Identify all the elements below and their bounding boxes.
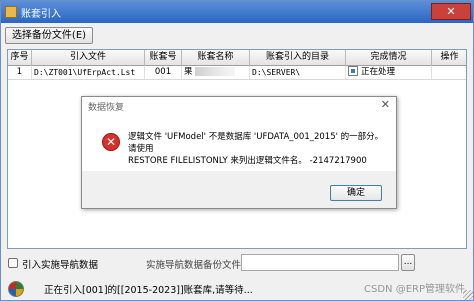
cell-target-dir: D:\SERVER\ — [250, 66, 346, 79]
dialog-title: 数据恢复 — [88, 103, 125, 113]
import-account-window: 账套引入 ✕ 选择备份文件(E) 序号 引入文件 账套号 账套名称 账套引入的目… — [0, 0, 474, 301]
col-header-action: 操作 — [432, 50, 466, 66]
import-nav-data-label[interactable]: 引入实施导航数据 — [22, 257, 98, 271]
dialog-body: ✕ 逻辑文件 'UFModel' 不是数据库 'UFDATA_001_2015'… — [82, 115, 396, 171]
col-header-account-no: 账套号 — [145, 50, 182, 66]
status-text: 正在处理 — [361, 67, 396, 77]
col-header-file: 引入文件 — [32, 50, 145, 66]
error-icon: ✕ — [102, 133, 120, 151]
cell-index: 1 — [8, 66, 32, 79]
status-message: 正在引入[001]的[[2015-2023]]账套库,请等待... — [44, 285, 253, 296]
title-bar[interactable]: 账套引入 ✕ — [1, 1, 473, 23]
nav-backup-path-label: 实施导航数据备份文件 — [146, 260, 242, 271]
app-icon — [5, 6, 17, 18]
window-title: 账套引入 — [21, 8, 61, 20]
data-restore-error-dialog: 数据恢复 ✕ ✕ 逻辑文件 'UFModel' 不是数据库 'UFDATA_00… — [81, 96, 397, 209]
cell-account-no: 001 — [145, 66, 182, 79]
col-header-account-name: 账套名称 — [182, 50, 250, 66]
redacted-blur — [194, 67, 235, 76]
error-message-line1: 逻辑文件 'UFModel' 不是数据库 'UFDATA_001_2015' 的… — [128, 132, 384, 154]
status-bar: 正在引入[001]的[[2015-2023]]账套库,请等待... CSDN @… — [1, 277, 473, 300]
bottom-options: 引入实施导航数据 实施导航数据备份文件 ... — [1, 253, 473, 273]
ok-button[interactable]: 确定 — [330, 185, 382, 201]
nav-backup-path-input[interactable] — [241, 254, 399, 271]
col-header-target-dir: 账套引入的目录 — [250, 50, 346, 66]
table-row[interactable]: 1 D:\ZT001\UfErpAct.Lst 001 果 D:\SERVER\… — [8, 66, 466, 80]
browse-button[interactable]: ... — [401, 254, 415, 271]
account-name-text: 果 — [184, 67, 193, 77]
col-header-status: 完成情况 — [346, 50, 432, 66]
resize-grip-icon[interactable] — [463, 290, 473, 300]
error-message-line2: RESTORE FILELISTONLY 来列出逻辑文件名。 -21472179… — [128, 156, 367, 166]
dialog-title-bar[interactable]: 数据恢复 ✕ — [82, 97, 396, 115]
window-close-button[interactable]: ✕ — [431, 3, 471, 20]
dialog-close-button[interactable]: ✕ — [381, 98, 390, 111]
col-header-index: 序号 — [8, 50, 32, 66]
cell-action[interactable] — [432, 66, 466, 79]
cell-file: D:\ZT001\UfErpAct.Lst — [32, 66, 145, 79]
watermark: CSDN @ERP管理软件 — [364, 284, 465, 295]
select-backup-file-button[interactable]: 选择备份文件(E) — [5, 27, 93, 44]
cell-status: 正在处理 — [346, 66, 432, 79]
error-message: 逻辑文件 'UFModel' 不是数据库 'UFDATA_001_2015' 的… — [128, 131, 390, 167]
import-nav-data-checkbox[interactable] — [8, 258, 18, 268]
cell-account-name: 果 — [182, 66, 250, 79]
busy-icon — [8, 281, 24, 297]
processing-icon — [348, 66, 358, 76]
table-header: 序号 引入文件 账套号 账套名称 账套引入的目录 完成情况 操作 — [8, 50, 466, 66]
